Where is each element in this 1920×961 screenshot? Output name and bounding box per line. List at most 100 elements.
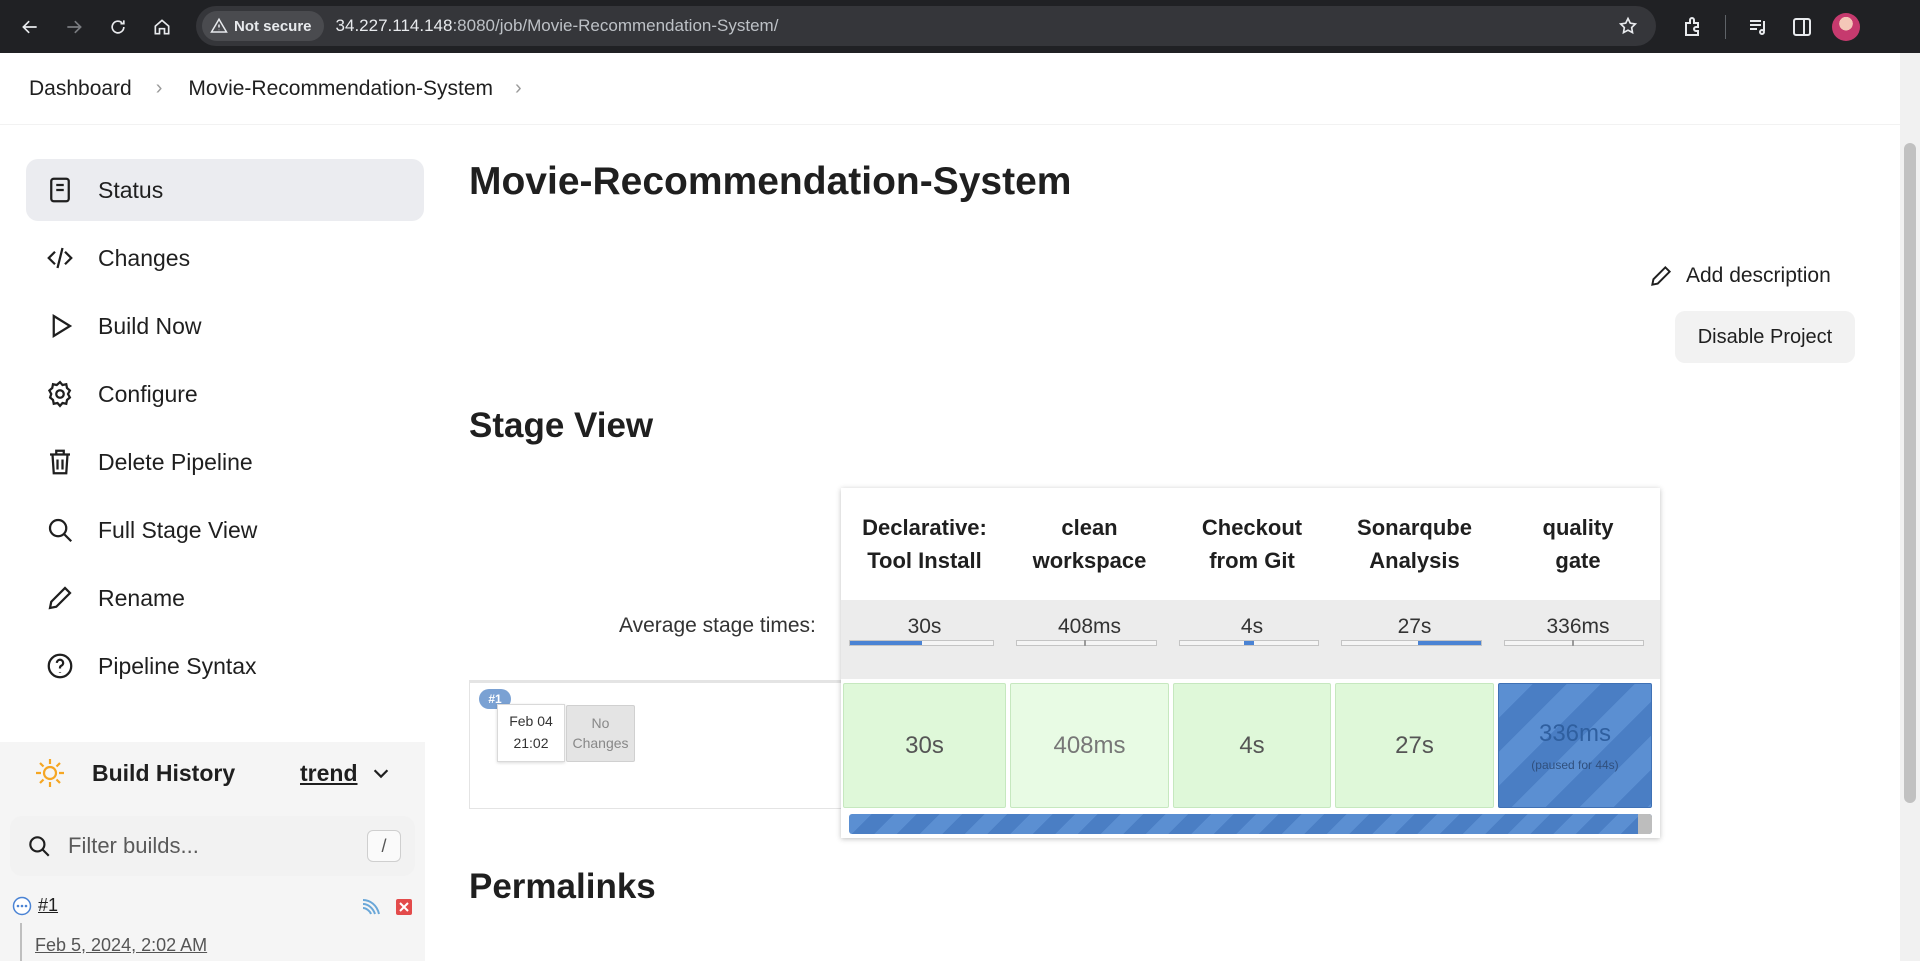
stage-average-tool-install: 30s	[841, 600, 1008, 679]
sidebar-item-full-stage-view[interactable]: Full Stage View	[26, 499, 424, 561]
progress-bar-end	[1638, 814, 1652, 834]
average-bar	[1179, 640, 1319, 646]
average-stage-times-label: Average stage times:	[619, 614, 816, 637]
sidebar-item-status[interactable]: Status	[26, 159, 424, 221]
security-chip[interactable]: Not secure	[202, 11, 324, 41]
average-bar-fill	[1244, 641, 1254, 645]
stop-build-icon[interactable]	[396, 899, 412, 915]
chevron-down-icon[interactable]	[370, 762, 392, 784]
keyboard-shortcut-hint: /	[367, 830, 401, 862]
stage-average-clean-workspace: 408ms	[1008, 600, 1171, 679]
play-icon	[45, 311, 75, 341]
warning-icon	[210, 17, 228, 33]
sidebar-item-rename[interactable]: Rename	[26, 567, 424, 629]
trash-icon	[45, 447, 75, 477]
average-bar	[849, 640, 994, 646]
timeline-line	[20, 923, 22, 961]
help-icon	[45, 651, 75, 681]
forward-icon[interactable]	[60, 13, 88, 41]
chevron-right-icon[interactable]: ›	[515, 77, 522, 100]
average-bar	[1341, 640, 1482, 646]
stage-cell-sonarqube[interactable]: 27s	[1335, 683, 1494, 808]
search-icon	[29, 836, 50, 857]
stage-header-sonarqube: Sonarqube Analysis	[1357, 515, 1472, 573]
in-progress-status-icon	[12, 896, 32, 916]
reload-icon[interactable]	[104, 13, 132, 41]
sidebar-item-label: Build Now	[98, 312, 202, 339]
stage-cell-checkout[interactable]: 4s	[1173, 683, 1331, 808]
average-bar-mark	[1084, 640, 1086, 646]
stage-header-quality-gate: quality gate	[1542, 515, 1614, 573]
build-date-link[interactable]: Feb 5, 2024, 2:02 AM	[35, 935, 207, 956]
changes-line-2: Changes	[572, 735, 629, 751]
toolbar-separator	[1725, 14, 1726, 39]
stage-cell-quality-gate[interactable]: 336ms (paused for 44s)	[1498, 683, 1652, 808]
average-bar-fill	[1418, 641, 1481, 645]
profile-avatar[interactable]	[1832, 12, 1860, 41]
sidebar-item-label: Changes	[98, 244, 191, 271]
address-bar[interactable]: Not secure 34.227.114.148:8080/job/Movie…	[196, 6, 1656, 46]
sidebar-item-build-now[interactable]: Build Now	[26, 295, 424, 357]
sidebar-item-pipeline-syntax[interactable]: Pipeline Syntax	[26, 635, 424, 697]
home-icon[interactable]	[148, 13, 176, 41]
run-date: Feb 04	[509, 713, 553, 729]
stage-average-checkout: 4s	[1171, 600, 1333, 679]
build-number-link[interactable]: #1	[38, 895, 58, 916]
sidebar-item-label: Full Stage View	[98, 516, 258, 543]
average-bar-mark	[1572, 640, 1574, 646]
stage-header-clean-workspace: clean workspace	[1032, 515, 1147, 573]
breadcrumb-job[interactable]: Movie-Recommendation-System	[188, 77, 493, 101]
stage-cell-tool-install[interactable]: 30s	[843, 683, 1006, 808]
stage-average-quality-gate: 336ms	[1496, 600, 1660, 679]
pencil-icon	[1651, 265, 1672, 286]
stage-view-title: Stage View	[469, 406, 654, 445]
side-panel-icon[interactable]	[1790, 15, 1814, 39]
run-progress-bar	[849, 814, 1652, 834]
trend-link[interactable]: trend	[300, 760, 358, 787]
security-label: Not secure	[234, 17, 312, 35]
add-description-button[interactable]: Add description	[1648, 260, 1831, 292]
chevron-right-icon: ›	[155, 77, 163, 99]
back-icon[interactable]	[16, 13, 44, 41]
url-text[interactable]: 34.227.114.148:8080/job/Movie-Recommenda…	[336, 16, 779, 36]
stage-header-tool-install: Declarative: Tool Install	[862, 515, 987, 573]
gear-icon	[45, 379, 75, 409]
breadcrumb-dashboard[interactable]: Dashboard	[29, 77, 132, 101]
changes-line-1: No	[591, 715, 610, 731]
filter-builds: /	[10, 816, 415, 876]
stage-cell-clean-workspace[interactable]: 408ms	[1010, 683, 1169, 808]
run-changes-box[interactable]: No Changes	[566, 705, 635, 762]
code-icon	[45, 243, 75, 273]
scrollbar-thumb[interactable]	[1904, 143, 1916, 803]
sidebar-item-label: Status	[98, 176, 164, 203]
run-date-box[interactable]: Feb 04 21:02	[497, 704, 565, 762]
pencil-icon	[45, 583, 75, 613]
progress-spinner-icon	[362, 899, 380, 915]
build-history-title: Build History	[92, 759, 236, 786]
bookmark-star-icon[interactable]	[1618, 16, 1638, 36]
add-description-label: Add description	[1686, 264, 1831, 287]
page-scrollbar[interactable]	[1900, 53, 1920, 961]
permalinks-title: Permalinks	[469, 867, 656, 906]
run-time: 21:02	[513, 735, 549, 751]
media-icon[interactable]	[1746, 15, 1770, 39]
breadcrumb: Dashboard › Movie-Recommendation-System …	[0, 53, 1900, 125]
sidebar-item-configure[interactable]: Configure	[26, 363, 424, 425]
extensions-icon[interactable]	[1681, 15, 1705, 39]
sidebar-item-label: Configure	[98, 380, 198, 407]
filter-builds-input[interactable]	[68, 833, 358, 859]
paused-note: (paused for 44s)	[1531, 757, 1619, 772]
stage-average-sonarqube: 27s	[1333, 600, 1496, 679]
sidebar-item-changes[interactable]: Changes	[26, 227, 424, 289]
document-icon	[45, 175, 75, 205]
stage-header-checkout: Checkout from Git	[1201, 515, 1303, 573]
page-title: Movie-Recommendation-System	[469, 160, 1072, 203]
disable-project-button[interactable]: Disable Project	[1675, 311, 1855, 363]
browser-toolbar: Not secure 34.227.114.148:8080/job/Movie…	[0, 0, 1920, 53]
average-bar	[1016, 640, 1157, 646]
sidebar-item-delete-pipeline[interactable]: Delete Pipeline	[26, 431, 424, 493]
search-icon	[45, 515, 75, 545]
average-bar	[1504, 640, 1644, 646]
list-item: #1 Feb 5, 2024, 2:02 AM	[12, 893, 422, 961]
sidebar-item-label: Rename	[98, 584, 185, 611]
